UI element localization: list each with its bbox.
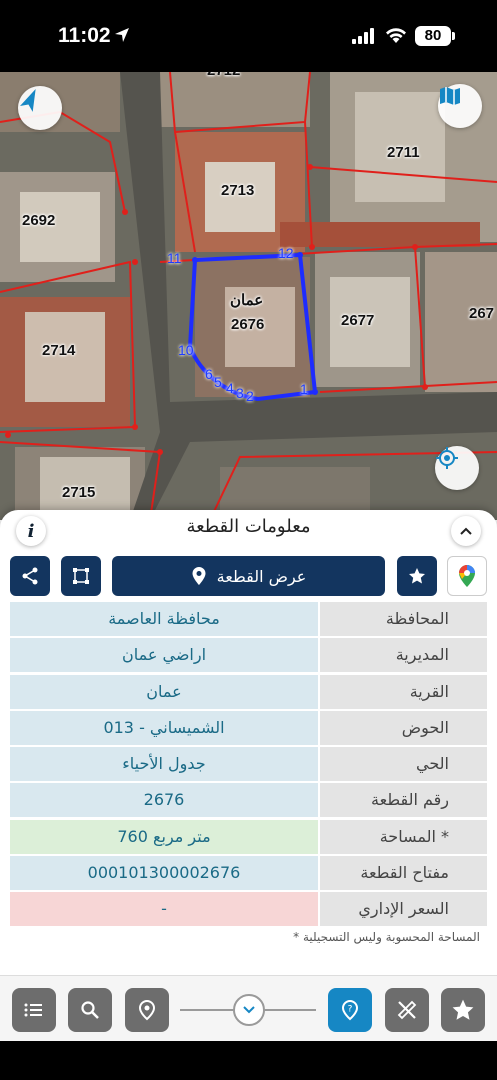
vertex-label: 10	[178, 342, 194, 358]
chevron-up-icon	[460, 527, 472, 535]
parcel-key-value: 000101300002676	[10, 856, 318, 891]
action-buttons: عرض القطعة	[0, 556, 497, 596]
status-time: 11:02	[58, 24, 111, 47]
table-row: محافظة العاصمة المحافظة	[10, 602, 487, 636]
list-button[interactable]	[12, 988, 56, 1032]
basin-value: الشميساني - 013	[10, 710, 318, 745]
bottom-toolbar: ?	[0, 975, 497, 1041]
village-value: عمان	[10, 674, 318, 709]
vertex-label: 1	[300, 381, 308, 397]
village-label: القرية	[320, 674, 487, 709]
map-icon	[440, 87, 460, 105]
list-icon	[24, 1003, 42, 1017]
vertex-label: 2	[246, 388, 254, 404]
locate-icon	[436, 447, 458, 469]
pin-location-button[interactable]	[125, 988, 169, 1032]
share-icon	[22, 567, 38, 585]
google-maps-button[interactable]	[447, 556, 487, 596]
table-row: جدول الأحياء الحي	[10, 747, 487, 782]
vertex-label: 6	[205, 366, 213, 382]
admin-price-value: -	[10, 892, 318, 927]
parcel-info-sheet: i معلومات القطعة عرض القطعة محافظة العاص…	[0, 510, 497, 980]
table-row: اراضي عمان المديرية	[10, 638, 487, 673]
table-row: 2676 رقم القطعة	[10, 783, 487, 818]
parcel-name-label[interactable]: عمان	[230, 291, 263, 309]
table-row: 760 متر مربع المساحة *	[10, 819, 487, 854]
app-root: { "status_bar": { "time": "11:02", "batt…	[0, 0, 497, 1080]
cellular-signal-icon	[352, 28, 376, 48]
ruler-pencil-icon	[397, 1000, 417, 1020]
directorate-label: المديرية	[320, 638, 487, 673]
area-label: المساحة *	[320, 819, 487, 854]
favorites-button[interactable]	[441, 988, 485, 1032]
parcel-label[interactable]: 2712	[207, 72, 240, 79]
table-row: - السعر الإداري	[10, 892, 487, 927]
neighborhood-value: جدول الأحياء	[10, 747, 318, 782]
parcel-info-table: محافظة العاصمة المحافظة اراضي عمان المدي…	[10, 602, 487, 929]
vertex-label: 5	[214, 374, 222, 390]
area-value: 760 متر مربع	[10, 819, 318, 854]
admin-price-label: السعر الإداري	[320, 892, 487, 927]
show-parcel-label: عرض القطعة	[216, 566, 307, 586]
parcel-label[interactable]: 2714	[42, 342, 75, 359]
parcel-number-value: 2676	[10, 783, 318, 818]
my-location-button[interactable]	[435, 446, 479, 490]
chevron-down-icon	[243, 1006, 255, 1014]
vertex-label: 12	[278, 245, 294, 261]
table-row: الشميساني - 013 الحوض	[10, 710, 487, 745]
governorate-label: المحافظة	[320, 602, 487, 636]
map-pin-icon	[138, 999, 156, 1021]
parcel-label[interactable]: 2677	[341, 312, 374, 329]
compass-button[interactable]	[18, 86, 62, 130]
governorate-value: محافظة العاصمة	[10, 602, 318, 636]
parcel-label[interactable]: 267	[469, 305, 494, 322]
parcel-key-label: مفتاح القطعة	[320, 856, 487, 891]
parcel-number-label: رقم القطعة	[320, 783, 487, 818]
parcel-label[interactable]: 2713	[221, 182, 254, 199]
slider-knob[interactable]	[233, 994, 265, 1026]
wifi-icon	[385, 26, 407, 48]
sheet-title: معلومات القطعة	[186, 516, 311, 537]
collapse-button[interactable]	[451, 516, 481, 546]
location-pin-icon	[192, 567, 206, 585]
location-question-icon: ?	[341, 999, 359, 1021]
search-icon	[81, 1001, 99, 1019]
satellite-map[interactable]: 2712 2711 2713 2692 عمان 2676 2677 267 2…	[0, 72, 497, 520]
google-maps-icon	[459, 565, 475, 587]
vertex-label: 11	[167, 250, 182, 266]
map-layers-button[interactable]	[438, 84, 482, 128]
vertex-label: 4	[226, 380, 234, 396]
battery-indicator: 80	[415, 26, 451, 46]
home-indicator-area	[0, 1041, 497, 1080]
directorate-value: اراضي عمان	[10, 638, 318, 673]
favorite-button[interactable]	[397, 556, 437, 596]
measure-tools-button[interactable]	[385, 988, 429, 1032]
table-row: عمان القرية	[10, 674, 487, 709]
neighborhood-label: الحي	[320, 747, 487, 782]
parcel-label-selected[interactable]: 2676	[231, 316, 264, 333]
compass-icon	[20, 89, 36, 112]
parcel-label[interactable]: 2711	[387, 144, 420, 161]
share-button[interactable]	[10, 556, 50, 596]
parcel-label[interactable]: 2715	[62, 484, 95, 501]
parcel-bounds-button[interactable]	[61, 556, 101, 596]
battery-tip-icon	[452, 32, 455, 40]
star-icon	[452, 999, 474, 1020]
status-bar: 11:02 80	[0, 0, 497, 72]
area-footnote: * المساحة المحسوبة وليس التسجيلية	[293, 930, 480, 944]
parcel-label[interactable]: 2692	[22, 212, 55, 229]
polygon-icon	[73, 568, 89, 584]
star-icon	[409, 568, 425, 584]
vertex-label: 3	[236, 385, 244, 401]
parcel-query-button[interactable]: ?	[328, 988, 372, 1032]
basin-label: الحوض	[320, 710, 487, 745]
show-parcel-button[interactable]: عرض القطعة	[112, 556, 385, 596]
svg-text:?: ?	[348, 1005, 353, 1015]
search-button[interactable]	[68, 988, 112, 1032]
location-arrow-icon	[114, 27, 130, 47]
table-row: 000101300002676 مفتاح القطعة	[10, 856, 487, 891]
